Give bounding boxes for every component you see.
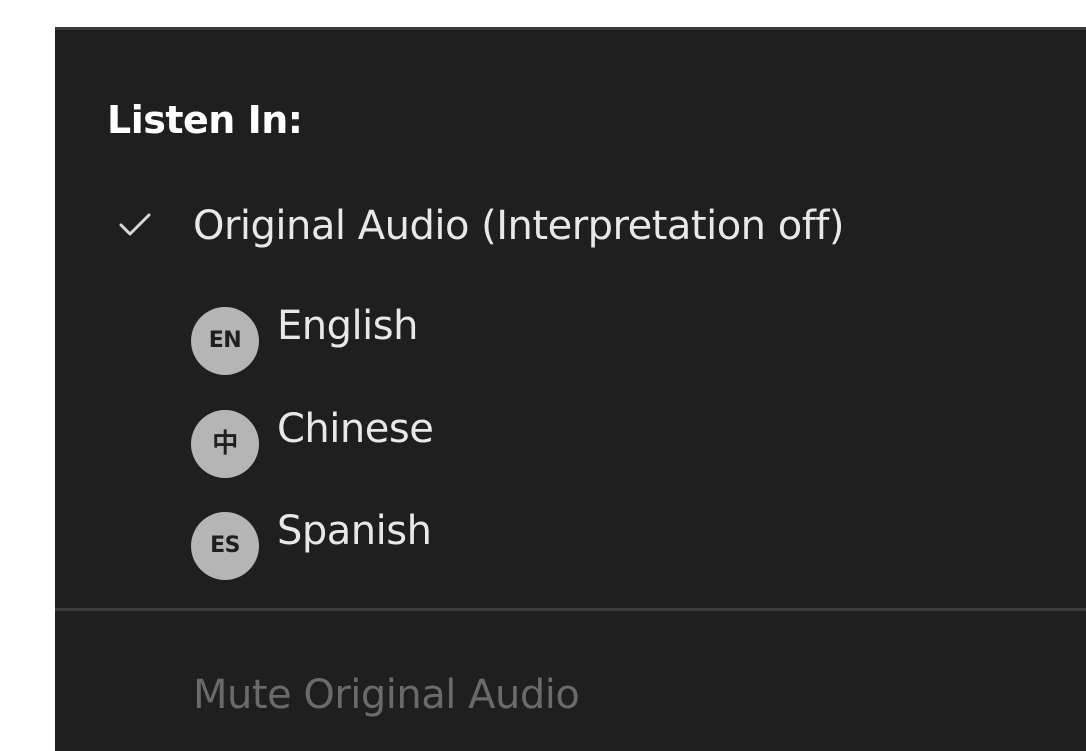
checkmark-icon [119,213,151,236]
menu-item-chinese[interactable]: 中 Chinese [55,388,1086,478]
mute-original-audio-label: Mute Original Audio [193,672,580,718]
spanish-language-badge-icon: ES [191,512,259,580]
menu-item-label: Spanish [277,508,432,554]
listen-in-menu: Listen In: Original Audio (Interpretatio… [55,27,1086,751]
menu-item-spanish[interactable]: ES Spanish [55,490,1086,580]
menu-divider [55,608,1086,611]
menu-item-original-audio[interactable]: Original Audio (Interpretation off) [55,185,1086,275]
menu-item-label: Original Audio (Interpretation off) [193,203,844,249]
badge-text: EN [208,328,242,353]
badge-text: 中 [212,429,238,459]
english-language-badge-icon: EN [191,307,259,375]
mute-original-audio-item[interactable]: Mute Original Audio [55,658,1086,748]
menu-item-label: Chinese [277,406,434,452]
menu-item-label: English [277,303,418,349]
menu-item-english[interactable]: EN English [55,285,1086,375]
listen-in-heading: Listen In: [107,98,303,142]
badge-text: ES [210,533,240,558]
chinese-language-badge-icon: 中 [191,410,259,478]
